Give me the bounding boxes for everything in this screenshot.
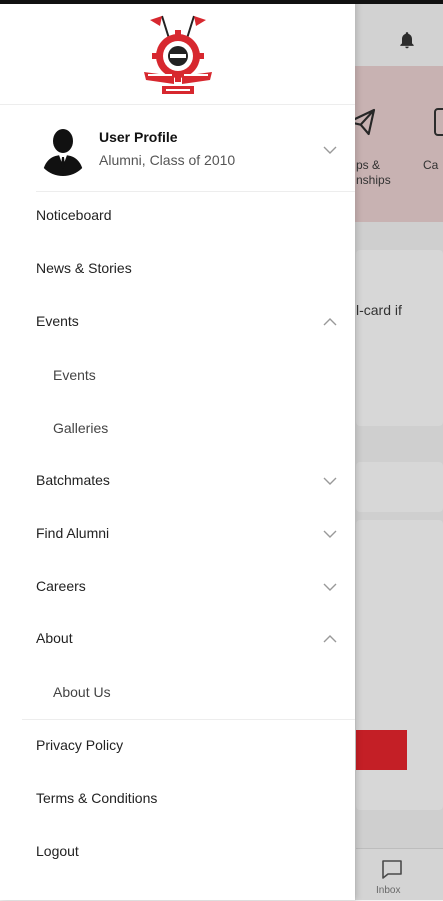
menu-item-logout[interactable]: Logout [0, 826, 355, 878]
submenu-item-events[interactable]: Events [0, 350, 355, 402]
user-profile[interactable]: User Profile Alumni, Class of 2010 [0, 112, 355, 188]
menu-item-noticeboard[interactable]: Noticeboard [0, 190, 355, 242]
profile-name: User Profile [99, 129, 178, 145]
chevron-down-icon[interactable] [322, 142, 338, 158]
school-logo [134, 10, 222, 98]
menu-item-label: Terms & Conditions [36, 790, 158, 806]
menu-item-label: Logout [36, 843, 79, 859]
status-bar [0, 0, 443, 4]
menu-item-terms[interactable]: Terms & Conditions [0, 773, 355, 825]
menu-item-label: Privacy Policy [36, 737, 124, 753]
menu-item-batchmates[interactable]: Batchmates [0, 455, 355, 507]
profile-subtitle: Alumni, Class of 2010 [99, 152, 236, 168]
chevron-down-icon[interactable] [322, 526, 338, 542]
submenu-item-label: About Us [53, 684, 111, 700]
submenu-item-label: Galleries [53, 420, 109, 436]
submenu-item-galleries[interactable]: Galleries [0, 403, 355, 455]
menu-item-label: Events [36, 313, 79, 329]
submenu-item-about-us[interactable]: About Us [0, 667, 355, 719]
navigation-drawer: User Profile Alumni, Class of 2010 Notic… [0, 0, 355, 900]
menu-item-label: Batchmates [36, 472, 110, 488]
menu-item-careers[interactable]: Careers [0, 561, 355, 613]
menu-item-label: News & Stories [36, 260, 132, 276]
menu-item-label: Find Alumni [36, 525, 110, 541]
divider [0, 104, 355, 105]
menu-item-events[interactable]: Events [0, 296, 355, 348]
chevron-down-icon[interactable] [322, 579, 338, 595]
menu-item-find-alumni[interactable]: Find Alumni [0, 508, 355, 560]
menu-item-label: Careers [36, 578, 86, 594]
chevron-up-icon[interactable] [322, 314, 338, 330]
menu-item-label: About [36, 630, 73, 646]
chevron-down-icon[interactable] [322, 473, 338, 489]
menu-item-news[interactable]: News & Stories [0, 243, 355, 295]
menu-item-about[interactable]: About [0, 613, 355, 665]
menu-item-privacy-policy[interactable]: Privacy Policy [0, 720, 355, 772]
submenu-item-label: Events [53, 367, 96, 383]
chevron-up-icon[interactable] [322, 631, 338, 647]
drawer-scrim[interactable] [355, 0, 443, 900]
avatar [36, 122, 90, 176]
menu-item-label: Noticeboard [36, 207, 112, 223]
